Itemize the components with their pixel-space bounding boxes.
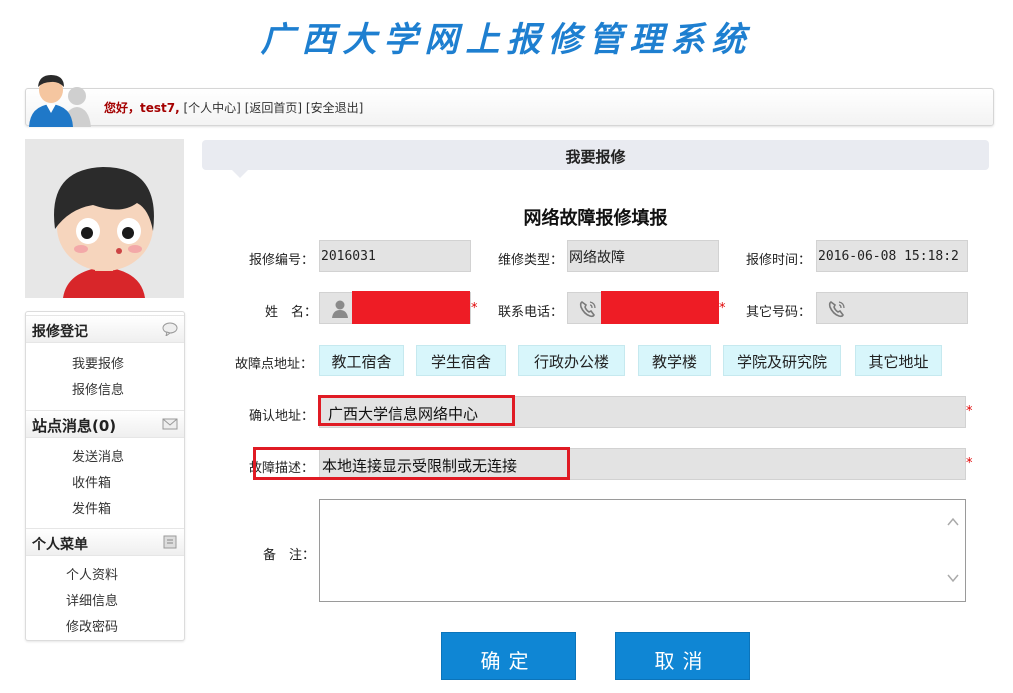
other-phone-label: 其它号码： <box>746 305 812 320</box>
section-header: 我要报修 <box>202 140 989 178</box>
phone-label: 联系电话： <box>498 305 564 320</box>
sidebar-section-messages[interactable]: 站点消息(0) <box>26 410 184 438</box>
sidebar-section-personal[interactable]: 个人菜单 <box>26 528 184 556</box>
cartoon-face-icon <box>25 139 184 298</box>
return-home-link[interactable]: [返回首页] <box>245 101 302 115</box>
form-title: 网络故障报修填报 <box>523 208 668 229</box>
user-avatar-icon <box>29 75 91 127</box>
scroll-up-icon[interactable] <box>947 516 959 528</box>
location-label: 故障点地址： <box>235 357 314 372</box>
sidebar-item-change-password[interactable]: 修改密码 <box>66 616 118 635</box>
sidebar-section-title: 站点消息(0) <box>32 417 117 435</box>
remarks-label: 备 注： <box>263 548 316 563</box>
repair-no-field[interactable]: 2016031 <box>319 240 471 272</box>
sidebar-menu: 报修登记 我要报修 报修信息 站点消息(0) 发送消息 收件箱 发件箱 个人菜单… <box>25 311 185 641</box>
required-mark: * <box>471 301 478 316</box>
location-option-admin-building[interactable]: 行政办公楼 <box>518 345 625 376</box>
sidebar-item-inbox[interactable]: 收件箱 <box>72 472 111 491</box>
sidebar-item-profile[interactable]: 个人资料 <box>66 564 118 583</box>
chat-bubble-icon <box>162 322 178 336</box>
repair-type-label: 维修类型： <box>498 253 564 268</box>
cancel-button[interactable]: 取消 <box>615 632 750 680</box>
personal-center-link[interactable]: [个人中心] <box>184 101 241 115</box>
name-label: 姓 名： <box>265 305 318 320</box>
person-icon <box>332 300 348 318</box>
location-option-colleges[interactable]: 学院及研究院 <box>723 345 841 376</box>
sidebar-item-request-repair[interactable]: 我要报修 <box>72 353 124 372</box>
note-icon <box>163 535 177 549</box>
repair-time-field[interactable]: 2016-06-08 15:18:2 <box>816 240 968 272</box>
repair-no-label: 报修编号： <box>249 253 315 268</box>
repair-type-field[interactable]: 网络故障 <box>567 240 719 272</box>
required-mark: * <box>719 301 726 316</box>
highlight-box <box>253 447 570 480</box>
section-header-title: 我要报修 <box>565 148 626 166</box>
profile-picture <box>25 139 184 298</box>
redacted-name <box>352 291 470 324</box>
location-option-other[interactable]: 其它地址 <box>855 345 942 376</box>
location-option-student-dorm[interactable]: 学生宿舍 <box>416 345 506 376</box>
logout-link[interactable]: [安全退出] <box>306 101 363 115</box>
phone-icon <box>828 301 845 318</box>
confirm-address-label: 确认地址： <box>249 409 315 424</box>
scroll-down-icon[interactable] <box>947 572 959 584</box>
sidebar-item-repair-info[interactable]: 报修信息 <box>72 379 124 398</box>
location-option-teaching-building[interactable]: 教学楼 <box>638 345 711 376</box>
sidebar-item-outbox[interactable]: 发件箱 <box>72 498 111 517</box>
required-mark: * <box>966 456 973 471</box>
location-option-staff-dorm[interactable]: 教工宿舍 <box>319 345 404 376</box>
app-title: 广西大学网上报修管理系统 <box>260 20 753 60</box>
sidebar-section-title: 个人菜单 <box>32 537 88 553</box>
header-pointer <box>232 170 248 178</box>
sidebar-section-title: 报修登记 <box>32 324 88 340</box>
sidebar-item-details[interactable]: 详细信息 <box>66 590 118 609</box>
sidebar-section-repair[interactable]: 报修登记 <box>26 315 184 343</box>
confirm-button[interactable]: 确定 <box>441 632 576 680</box>
required-mark: * <box>966 404 973 419</box>
phone-icon <box>579 301 596 318</box>
greeting-text: 您好，test7, <box>104 101 180 115</box>
redacted-phone <box>601 291 719 324</box>
remarks-textarea[interactable] <box>319 499 966 602</box>
user-greeting: 您好，test7, [个人中心] [返回首页] [安全退出] <box>104 99 363 116</box>
sidebar-item-send-message[interactable]: 发送消息 <box>72 446 124 465</box>
mail-icon <box>162 418 178 430</box>
other-phone-field[interactable] <box>816 292 968 324</box>
repair-time-label: 报修时间： <box>746 253 812 268</box>
highlight-box <box>318 395 515 426</box>
